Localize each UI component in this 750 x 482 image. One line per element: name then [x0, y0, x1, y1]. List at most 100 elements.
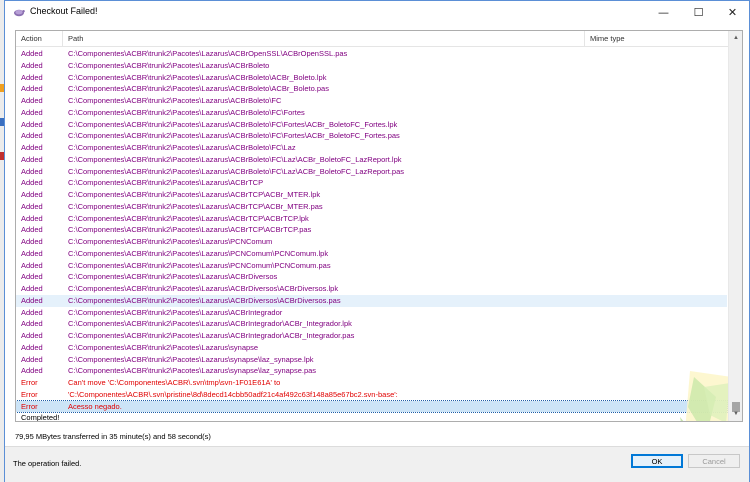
- row-path: C:\Componentes\ACBR\trunk2\Pacotes\Lazar…: [68, 366, 317, 376]
- list-item[interactable]: Error Acesso negado.: [16, 399, 728, 414]
- list-item[interactable]: Added C:\Componentes\ACBR\trunk2\Pacotes\…: [16, 60, 727, 72]
- list-item[interactable]: Added C:\Componentes\ACBR\trunk2\Pacotes\…: [16, 354, 727, 366]
- row-path: C:\Componentes\ACBR\trunk2\Pacotes\Lazar…: [68, 84, 329, 94]
- column-header-path[interactable]: Path: [63, 31, 585, 47]
- row-path: C:\Componentes\ACBR\trunk2\Pacotes\Lazar…: [68, 260, 331, 270]
- list-item[interactable]: Error 'C:\Componentes\ACBR\.svn\pristine…: [16, 389, 727, 401]
- tortoise-app-icon: [14, 9, 25, 17]
- row-path: C:\Componentes\ACBR\trunk2\Pacotes\Lazar…: [68, 154, 402, 164]
- row-path: C:\Componentes\ACBR\trunk2\Pacotes\Lazar…: [68, 237, 273, 246]
- list-item[interactable]: Added C:\Componentes\ACBR\trunk2\Pacotes\…: [16, 260, 727, 272]
- minimize-button[interactable]: —: [647, 1, 680, 23]
- results-list[interactable]: Action Path Mime type Added C:\Componente…: [15, 30, 743, 422]
- list-item[interactable]: Added C:\Componentes\ACBR\trunk2\Pacotes\…: [16, 48, 727, 60]
- row-path: C:\Componentes\ACBR\trunk2\Pacotes\Lazar…: [68, 284, 339, 293]
- row-action: Added: [21, 178, 43, 188]
- row-path: C:\Componentes\ACBR\trunk2\Pacotes\Lazar…: [68, 96, 282, 105]
- row-action: Added: [21, 131, 43, 141]
- list-item[interactable]: Added C:\Componentes\ACBR\trunk2\Pacotes\…: [16, 307, 727, 319]
- vertical-scrollbar[interactable]: ▲ ▼: [728, 31, 742, 421]
- close-button[interactable]: ✕: [716, 1, 749, 23]
- row-action: Added: [21, 307, 43, 317]
- list-item[interactable]: Added C:\Componentes\ACBR\trunk2\Pacotes\…: [16, 318, 727, 330]
- row-action: Added: [21, 342, 43, 352]
- list-item[interactable]: Added C:\Componentes\ACBR\trunk2\Pacotes\…: [16, 365, 727, 377]
- row-action: Added: [21, 284, 43, 293]
- list-item[interactable]: Added C:\Componentes\ACBR\trunk2\Pacotes\…: [16, 330, 727, 342]
- list-item[interactable]: Added C:\Componentes\ACBR\trunk2\Pacotes\…: [16, 177, 727, 189]
- row-action: Added: [21, 143, 43, 152]
- list-item[interactable]: Completed!: [16, 412, 727, 422]
- row-action: Added: [21, 295, 43, 305]
- row-action: Added: [21, 331, 43, 340]
- transfer-info: 79,95 MBytes transferred in 35 minute(s)…: [15, 432, 211, 441]
- row-path: C:\Componentes\ACBR\trunk2\Pacotes\Lazar…: [68, 178, 264, 188]
- row-path: C:\Componentes\ACBR\trunk2\Pacotes\Lazar…: [68, 201, 323, 211]
- row-path: C:\Componentes\ACBR\trunk2\Pacotes\Lazar…: [68, 272, 278, 282]
- list-item[interactable]: Added C:\Componentes\ACBR\trunk2\Pacotes\…: [16, 142, 727, 154]
- list-item[interactable]: Added C:\Componentes\ACBR\trunk2\Pacotes\…: [16, 342, 727, 354]
- row-path: C:\Componentes\ACBR\trunk2\Pacotes\Lazar…: [68, 72, 327, 82]
- row-path: Acesso negado.: [68, 401, 122, 411]
- list-item[interactable]: Added C:\Componentes\ACBR\trunk2\Pacotes\…: [16, 95, 727, 107]
- row-action: Added: [21, 201, 43, 211]
- maximize-button[interactable]: ☐: [682, 1, 715, 23]
- row-path: 'C:\Componentes\ACBR\.svn\pristine\8d\8d…: [68, 389, 398, 399]
- row-action: Added: [21, 190, 43, 199]
- row-path: C:\Componentes\ACBR\trunk2\Pacotes\Lazar…: [68, 319, 352, 329]
- row-action: Added: [21, 237, 43, 246]
- row-path: C:\Componentes\ACBR\trunk2\Pacotes\Lazar…: [68, 248, 329, 258]
- row-path: C:\Componentes\ACBR\trunk2\Pacotes\Lazar…: [68, 190, 321, 199]
- list-item[interactable]: Added C:\Componentes\ACBR\trunk2\Pacotes\…: [16, 248, 727, 260]
- row-action: Added: [21, 248, 43, 258]
- list-item[interactable]: Added C:\Componentes\ACBR\trunk2\Pacotes\…: [16, 213, 727, 225]
- row-path: C:\Componentes\ACBR\trunk2\Pacotes\Lazar…: [68, 131, 400, 141]
- list-item[interactable]: Added C:\Componentes\ACBR\trunk2\Pacotes\…: [16, 154, 727, 166]
- list-item[interactable]: Added C:\Componentes\ACBR\trunk2\Pacotes\…: [16, 130, 727, 142]
- row-action: Added: [21, 260, 43, 270]
- row-action: Error: [21, 401, 38, 411]
- row-action: Added: [21, 96, 43, 105]
- row-path: C:\Componentes\ACBR\trunk2\Pacotes\Lazar…: [68, 143, 296, 152]
- list-item[interactable]: Added C:\Componentes\ACBR\trunk2\Pacotes\…: [16, 271, 727, 283]
- row-path: C:\Componentes\ACBR\trunk2\Pacotes\Lazar…: [68, 119, 398, 129]
- column-header-action[interactable]: Action: [16, 31, 63, 47]
- list-item[interactable]: Added C:\Componentes\ACBR\trunk2\Pacotes\…: [16, 119, 727, 131]
- scroll-down-arrow-icon[interactable]: ▼: [729, 407, 742, 421]
- row-action: Added: [21, 354, 43, 364]
- row-action: Error: [21, 378, 38, 387]
- list-item[interactable]: Added C:\Componentes\ACBR\trunk2\Pacotes\…: [16, 283, 727, 295]
- list-item[interactable]: Added C:\Componentes\ACBR\trunk2\Pacotes\…: [16, 294, 727, 307]
- column-header-mime-type[interactable]: Mime type: [585, 31, 727, 47]
- row-path: C:\Componentes\ACBR\trunk2\Pacotes\Lazar…: [68, 307, 283, 317]
- operation-status: The operation failed.: [13, 459, 82, 468]
- row-action: Added: [21, 119, 43, 129]
- list-item[interactable]: Added C:\Componentes\ACBR\trunk2\Pacotes\…: [16, 107, 727, 119]
- list-item[interactable]: Added C:\Componentes\ACBR\trunk2\Pacotes\…: [16, 224, 727, 236]
- row-path: C:\Componentes\ACBR\trunk2\Pacotes\Lazar…: [68, 354, 314, 364]
- row-path: C:\Componentes\ACBR\trunk2\Pacotes\Lazar…: [68, 225, 312, 235]
- row-action: Added: [21, 166, 43, 176]
- row-action: Completed!: [21, 413, 60, 422]
- row-path: C:\Componentes\ACBR\trunk2\Pacotes\Lazar…: [68, 342, 259, 352]
- row-action: Added: [21, 272, 43, 282]
- list-header: Action Path Mime type: [16, 31, 742, 47]
- list-item[interactable]: Error Can't move 'C:\Componentes\ACBR\.sv…: [16, 377, 727, 389]
- row-path: C:\Componentes\ACBR\trunk2\Pacotes\Lazar…: [68, 166, 404, 176]
- row-action: Error: [21, 389, 38, 399]
- ok-button[interactable]: OK: [631, 454, 683, 468]
- list-item[interactable]: Added C:\Componentes\ACBR\trunk2\Pacotes\…: [16, 189, 727, 201]
- scroll-up-arrow-icon[interactable]: ▲: [729, 31, 742, 45]
- list-item[interactable]: Added C:\Componentes\ACBR\trunk2\Pacotes\…: [16, 201, 727, 213]
- row-action: Added: [21, 60, 43, 70]
- row-action: Added: [21, 84, 43, 94]
- list-item[interactable]: Added C:\Componentes\ACBR\trunk2\Pacotes\…: [16, 83, 727, 95]
- cancel-button[interactable]: Cancel: [688, 454, 740, 468]
- list-rows: Added C:\Componentes\ACBR\trunk2\Pacotes\…: [16, 48, 728, 422]
- list-item[interactable]: Added C:\Componentes\ACBR\trunk2\Pacotes\…: [16, 166, 727, 178]
- checkout-failed-dialog: Checkout Failed! — ☐ ✕ Action Path Mime …: [4, 0, 750, 482]
- list-item[interactable]: Added C:\Componentes\ACBR\trunk2\Pacotes\…: [16, 236, 727, 248]
- list-item[interactable]: Added C:\Componentes\ACBR\trunk2\Pacotes\…: [16, 72, 727, 84]
- window-title: Checkout Failed!: [30, 6, 98, 16]
- title-bar: Checkout Failed! — ☐ ✕: [5, 1, 749, 23]
